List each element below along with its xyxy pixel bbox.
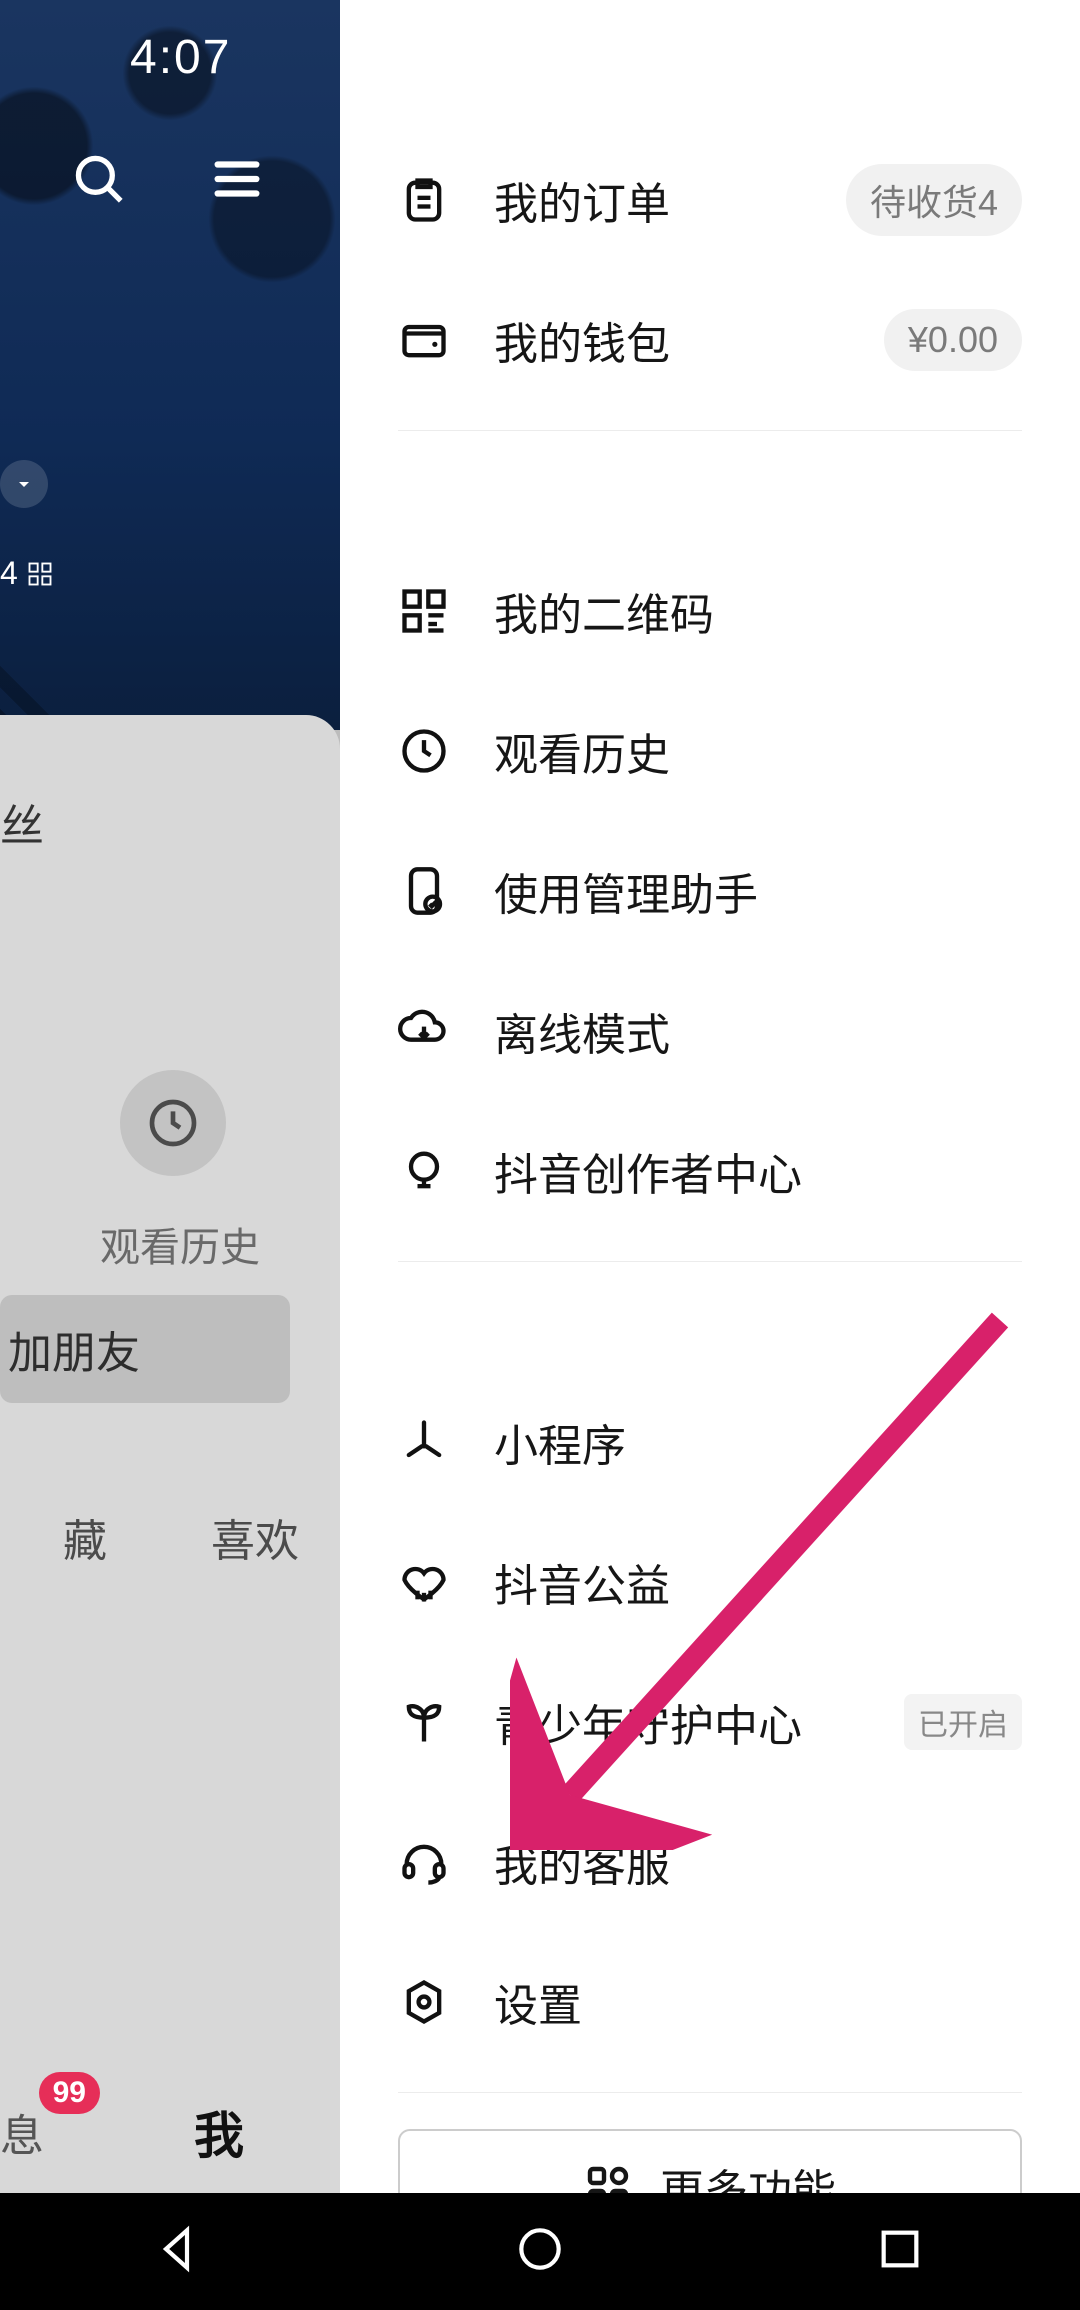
nav-messages[interactable]: 息 99 [0, 2100, 44, 2164]
menu-item-offline[interactable]: 离线模式 [398, 961, 1022, 1101]
profile-tabs[interactable]: 藏 喜欢 [0, 1505, 340, 1569]
menu-label: 离线模式 [494, 999, 1022, 1063]
divider [398, 430, 1022, 431]
orders-badge: 待收货4 [846, 164, 1022, 236]
chevron-down-icon[interactable] [0, 460, 48, 508]
nav-profile-label: 我 [194, 2108, 244, 2164]
tab-fav[interactable]: 藏 [0, 1505, 170, 1569]
menu-label: 我的钱包 [494, 308, 884, 372]
menu-label: 观看历史 [494, 719, 1022, 783]
status-bar-time: 4:07 [130, 30, 231, 85]
menu-label: 我的二维码 [494, 579, 1022, 643]
menu-item-orders[interactable]: 我的订单 待收货4 [398, 130, 1022, 270]
nav-messages-badge: 99 [39, 2072, 100, 2114]
menu-label: 小程序 [494, 1410, 1022, 1474]
menu-item-charity[interactable]: 抖音公益 [398, 1512, 1022, 1652]
settings-icon [398, 1976, 450, 2028]
menu-item-history[interactable]: 观看历史 [398, 681, 1022, 821]
qrcode-icon [398, 585, 450, 637]
fans-label-partial: 丝 [0, 790, 44, 854]
history-shortcut-icon[interactable] [120, 1070, 226, 1176]
wallet-icon [398, 314, 450, 366]
menu-label: 抖音创作者中心 [494, 1139, 1022, 1203]
heart-icon [398, 1556, 450, 1608]
headset-icon [398, 1836, 450, 1888]
side-drawer: 我的订单 待收货4 我的钱包 ¥0.00 我的二维码 观看历史 [340, 0, 1080, 2193]
divider [398, 2092, 1022, 2093]
menu-label: 我的客服 [494, 1830, 1022, 1894]
add-friend-button[interactable]: 加朋友 [0, 1295, 290, 1403]
menu-item-usage[interactable]: 使用管理助手 [398, 821, 1022, 961]
menu-label: 使用管理助手 [494, 859, 1022, 923]
menu-label: 青少年守护中心 [494, 1690, 892, 1754]
nav-back-icon[interactable] [152, 2221, 208, 2282]
menu-label: 我的订单 [494, 168, 846, 232]
hero-small-num: 4 [0, 555, 18, 592]
profile-hero-bg: 4:07 4 [0, 0, 340, 730]
wallet-badge: ¥0.00 [884, 309, 1022, 371]
clock-icon [398, 725, 450, 777]
nav-messages-label: 息 [0, 2112, 44, 2161]
teen-status-badge: 已开启 [904, 1694, 1022, 1750]
menu-icon[interactable] [208, 150, 266, 213]
tab-like[interactable]: 喜欢 [170, 1505, 340, 1569]
history-shortcut-label: 观看历史 [100, 1215, 260, 1273]
cloud-download-icon [398, 1005, 450, 1057]
menu-item-wallet[interactable]: 我的钱包 ¥0.00 [398, 270, 1022, 410]
menu-label: 设置 [494, 1970, 1022, 2034]
menu-item-service[interactable]: 我的客服 [398, 1792, 1022, 1932]
menu-item-creator[interactable]: 抖音创作者中心 [398, 1101, 1022, 1241]
search-icon[interactable] [70, 150, 128, 213]
lightbulb-icon [398, 1145, 450, 1197]
system-navbar [0, 2193, 1080, 2310]
spark-icon [398, 1416, 450, 1468]
add-friend-label: 加朋友 [8, 1317, 140, 1381]
profile-card-dimmed: 丝 观看历史 加朋友 藏 喜欢 [0, 715, 340, 2193]
clipboard-icon [398, 174, 450, 226]
menu-item-teen[interactable]: 青少年守护中心 已开启 [398, 1652, 1022, 1792]
menu-item-qrcode[interactable]: 我的二维码 [398, 541, 1022, 681]
phone-check-icon [398, 865, 450, 917]
nav-profile[interactable]: 我 [194, 2096, 244, 2168]
profile-page-dimmed: 4:07 4 丝 观看历史 加朋友 藏 [0, 0, 340, 2193]
hero-texture [0, 0, 340, 730]
divider [398, 1261, 1022, 1262]
sprout-icon [398, 1696, 450, 1748]
nav-recent-icon[interactable] [872, 2221, 928, 2282]
hero-small-info: 4 [0, 555, 54, 592]
nav-home-icon[interactable] [512, 2221, 568, 2282]
bottom-nav: 息 99 我 [0, 2070, 340, 2193]
menu-item-miniapp[interactable]: 小程序 [398, 1372, 1022, 1512]
menu-label: 抖音公益 [494, 1550, 1022, 1614]
menu-item-settings[interactable]: 设置 [398, 1932, 1022, 2072]
